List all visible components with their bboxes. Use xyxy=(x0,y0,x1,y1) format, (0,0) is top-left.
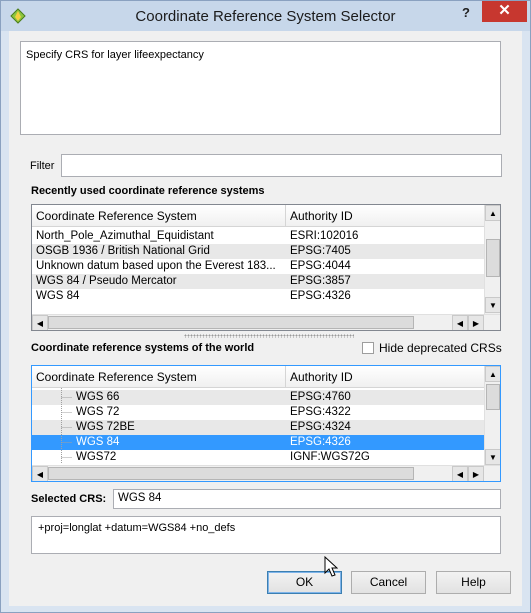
hide-deprecated-checkbox[interactable] xyxy=(362,342,374,354)
scroll-right-icon[interactable]: ▶ xyxy=(468,315,484,330)
scroll-up-icon[interactable]: ▲ xyxy=(485,366,500,382)
scroll-thumb[interactable] xyxy=(486,239,500,277)
tree-lines xyxy=(61,388,72,463)
proj-definition: +proj=longlat +datum=WGS84 +no_defs xyxy=(31,516,501,554)
tree-row[interactable]: WGS72 IGNF:WGS72G xyxy=(32,450,485,461)
scroll-thumb[interactable] xyxy=(48,316,414,329)
scroll-right-icon[interactable]: ▶ xyxy=(468,466,484,481)
column-header-authority-id[interactable]: Authority ID xyxy=(286,366,485,388)
layer-description: Specify CRS for layer lifeexpectancy xyxy=(20,41,501,135)
scroll-down-icon[interactable]: ▼ xyxy=(485,297,500,313)
tree-row[interactable]: WGS 72 EPSG:4322 xyxy=(32,405,485,420)
world-crs-header: Coordinate Reference System Authority ID xyxy=(32,366,485,388)
scroll-down-icon[interactable]: ▼ xyxy=(485,449,500,465)
splitter-handle[interactable] xyxy=(184,334,354,338)
mouse-cursor-icon xyxy=(324,556,338,577)
filter-label: Filter xyxy=(30,160,55,172)
recent-vertical-scrollbar[interactable]: ▲ ▼ xyxy=(484,205,500,314)
recent-crs-table[interactable]: Coordinate Reference System Authority ID… xyxy=(31,204,501,331)
selected-crs-label: Selected CRS: xyxy=(31,493,107,505)
help-button[interactable]: Help xyxy=(436,571,511,594)
column-header-crs[interactable]: Coordinate Reference System xyxy=(32,366,286,388)
scroll-up-icon[interactable]: ▲ xyxy=(485,205,500,221)
table-row[interactable]: WGS 84 EPSG:4326 xyxy=(32,289,485,304)
table-row[interactable]: North_Pole_Azimuthal_Equidistant ESRI:10… xyxy=(32,229,485,244)
world-crs-heading: Coordinate reference systems of the worl… xyxy=(31,342,255,354)
recent-crs-heading: Recently used coordinate reference syste… xyxy=(31,185,265,197)
dialog-window: Coordinate Reference System Selector ? ✕… xyxy=(0,0,531,613)
selected-crs-field[interactable]: WGS 84 xyxy=(113,489,501,509)
world-vertical-scrollbar[interactable]: ▲ ▼ xyxy=(484,366,500,465)
scroll-thumb[interactable] xyxy=(48,467,414,480)
tree-row[interactable]: WGS 66 EPSG:4760 xyxy=(32,390,485,405)
hide-deprecated-label[interactable]: Hide deprecated CRSs xyxy=(379,341,502,355)
window-title: Coordinate Reference System Selector xyxy=(135,8,396,25)
table-row[interactable]: OSGB 1936 / British National Grid EPSG:7… xyxy=(32,244,485,259)
recent-horizontal-scrollbar[interactable]: ◀ ◀ ▶ xyxy=(32,314,500,330)
title-bar[interactable]: Coordinate Reference System Selector ? ✕ xyxy=(1,1,530,31)
tree-row[interactable]: WGS 72BE EPSG:4324 xyxy=(32,420,485,435)
scroll-left-icon[interactable]: ◀ xyxy=(452,466,468,481)
title-help-button[interactable]: ? xyxy=(452,3,480,23)
scroll-thumb[interactable] xyxy=(486,384,500,410)
dialog-body: Specify CRS for layer lifeexpectancy Fil… xyxy=(9,31,522,606)
world-crs-tree[interactable]: Coordinate Reference System Authority ID… xyxy=(31,365,501,482)
scroll-left-icon[interactable]: ◀ xyxy=(32,466,48,481)
scroll-left-icon[interactable]: ◀ xyxy=(452,315,468,330)
scroll-left-icon[interactable]: ◀ xyxy=(32,315,48,330)
table-row[interactable]: Unknown datum based upon the Everest 183… xyxy=(32,259,485,274)
column-header-crs[interactable]: Coordinate Reference System xyxy=(32,205,286,227)
filter-input[interactable] xyxy=(61,154,502,177)
table-row[interactable]: WGS 84 / Pseudo Mercator EPSG:3857 xyxy=(32,274,485,289)
recent-crs-header: Coordinate Reference System Authority ID xyxy=(32,205,485,227)
cancel-button[interactable]: Cancel xyxy=(351,571,426,594)
close-button[interactable]: ✕ xyxy=(482,1,527,22)
tree-row-selected[interactable]: WGS 84 EPSG:4326 xyxy=(32,435,485,450)
column-header-authority-id[interactable]: Authority ID xyxy=(286,205,485,227)
world-horizontal-scrollbar[interactable]: ◀ ◀ ▶ xyxy=(32,465,500,481)
